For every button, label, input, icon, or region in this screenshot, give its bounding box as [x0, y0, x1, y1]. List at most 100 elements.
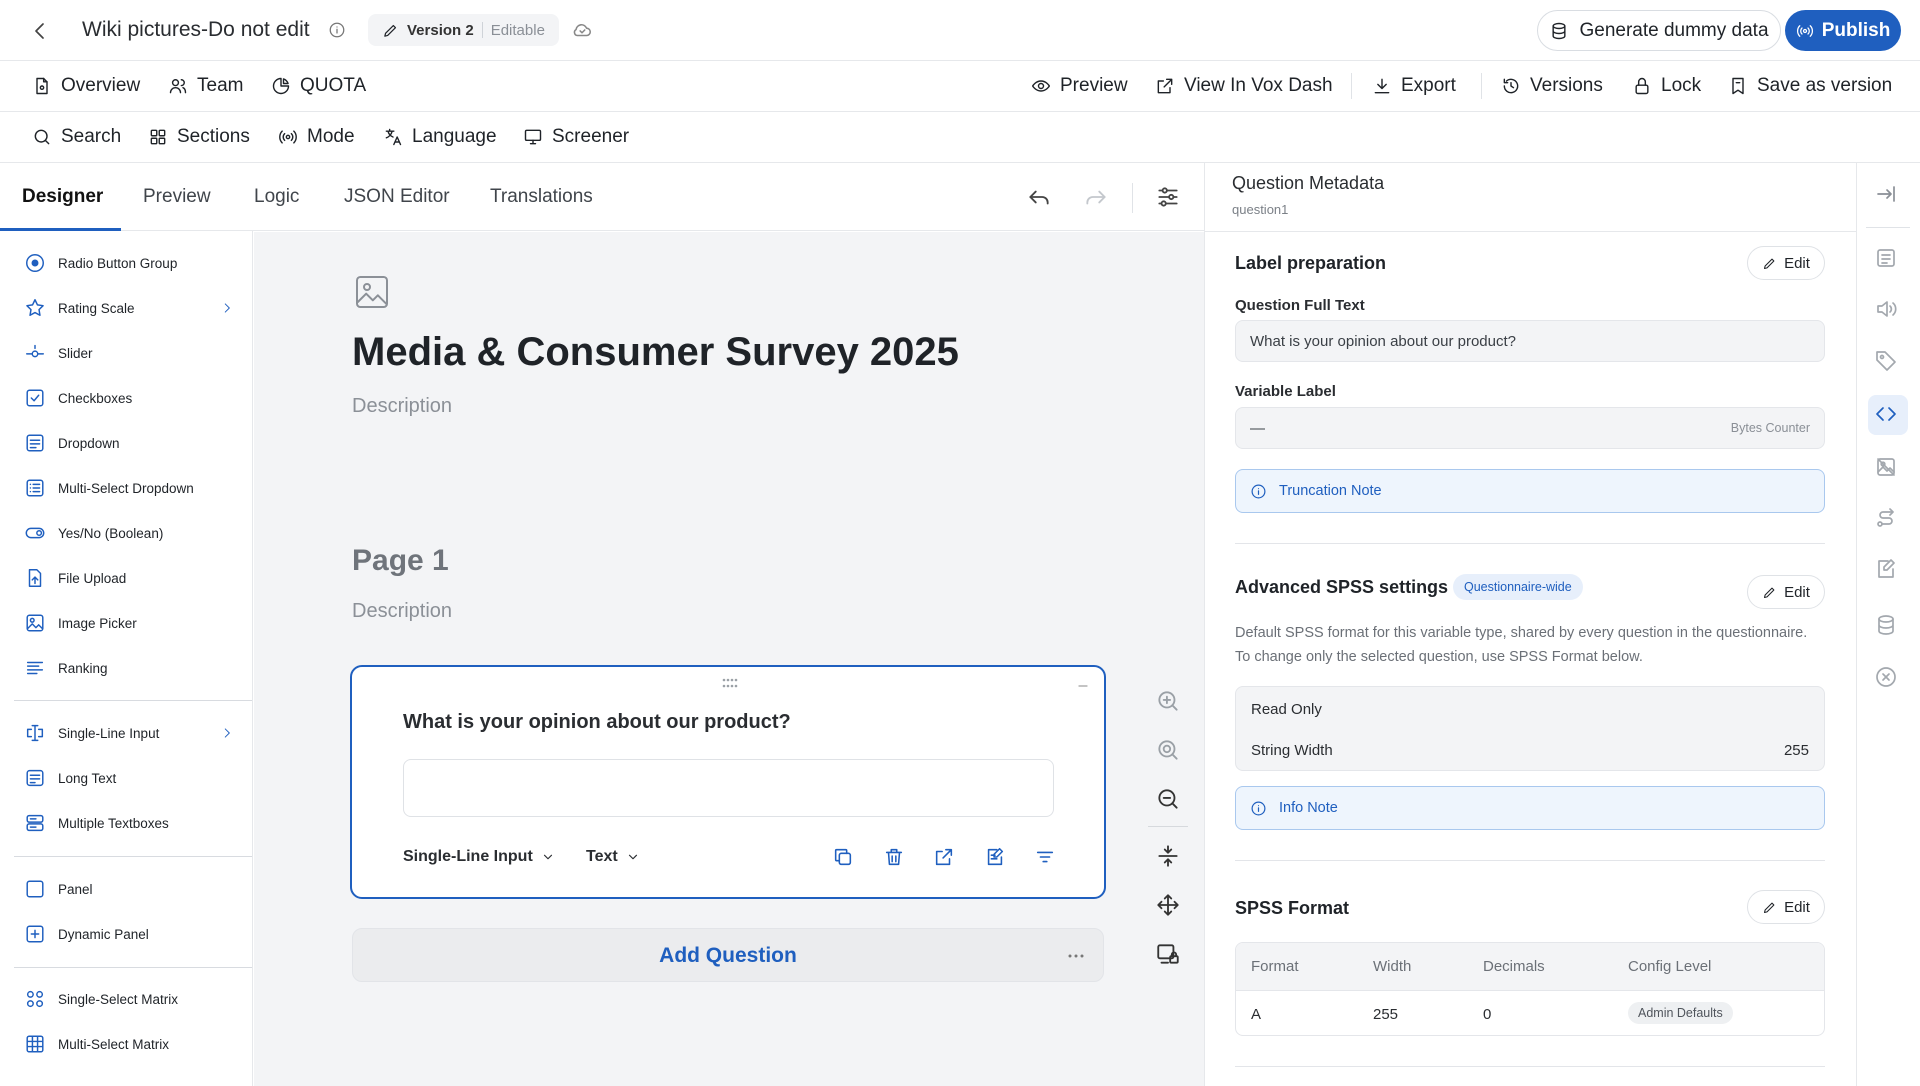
device-lock-icon[interactable]: [1155, 941, 1181, 967]
image-off-icon[interactable]: [1874, 455, 1900, 481]
palette-item-radio-button-group[interactable]: Radio Button Group: [24, 245, 234, 281]
nav-export[interactable]: Export: [1372, 61, 1456, 111]
database-icon[interactable]: [1874, 613, 1900, 639]
collapse-icon[interactable]: [1076, 679, 1090, 693]
palette-item-yes-no-boolean[interactable]: Yes/No (Boolean): [24, 515, 234, 551]
section-title-label-preparation: Label preparation: [1235, 253, 1387, 273]
palette-item-dynamic-panel[interactable]: Dynamic Panel: [24, 916, 234, 952]
nav-team[interactable]: Team: [168, 61, 243, 111]
image-placeholder-icon[interactable]: [352, 272, 392, 312]
delete-icon[interactable]: [883, 846, 905, 868]
multiselect-icon: [24, 477, 46, 499]
zoom-reset-icon[interactable]: [1155, 737, 1181, 763]
chevron-right-icon[interactable]: [220, 726, 234, 740]
toolbar-language[interactable]: Language: [383, 112, 497, 162]
palette-item-image-picker[interactable]: Image Picker: [24, 605, 234, 641]
version-chip[interactable]: Version 2 Editable: [368, 14, 559, 46]
tag-icon[interactable]: [1874, 348, 1900, 374]
tab-preview[interactable]: Preview: [143, 163, 211, 231]
answer-input[interactable]: [403, 759, 1054, 817]
tab-translations[interactable]: Translations: [490, 163, 593, 231]
info-icon[interactable]: [328, 21, 346, 39]
nav-preview[interactable]: Preview: [1031, 61, 1128, 111]
chevron-down-icon: [541, 850, 555, 864]
page-title[interactable]: Page 1: [352, 544, 449, 578]
palette-item-multi-select-matrix[interactable]: Multi-Select Matrix: [24, 1026, 234, 1062]
question-text[interactable]: What is your opinion about our product?: [403, 711, 791, 734]
code-icon[interactable]: [1874, 402, 1900, 428]
survey-title[interactable]: Media & Consumer Survey 2025: [352, 330, 959, 375]
nav-overview-label: Overview: [61, 75, 141, 96]
tab-json-editor[interactable]: JSON Editor: [344, 163, 450, 231]
chevron-right-icon[interactable]: [220, 301, 234, 315]
collapse-panel-icon[interactable]: [1874, 182, 1900, 208]
palette-item-slider[interactable]: Slider: [24, 335, 234, 371]
ranking-icon: [24, 657, 46, 679]
undo-icon[interactable]: [1026, 184, 1052, 210]
zoom-in-icon[interactable]: [1155, 688, 1181, 714]
tab-logic[interactable]: Logic: [254, 163, 299, 231]
page-description[interactable]: Description: [352, 600, 452, 623]
drag-handle-icon[interactable]: [722, 678, 738, 688]
toolbar-screener[interactable]: Screener: [523, 112, 629, 162]
add-question-button[interactable]: Add Question: [352, 928, 1104, 982]
zoom-out-icon[interactable]: [1155, 786, 1181, 812]
image-icon: [24, 612, 46, 634]
nav-overview[interactable]: Overview: [32, 61, 140, 111]
route-icon[interactable]: [1874, 506, 1900, 532]
tab-designer[interactable]: Designer: [22, 163, 103, 231]
palette-item-label: Long Text: [58, 770, 117, 786]
collapse-vertical-icon[interactable]: [1155, 843, 1181, 869]
advanced-spss-edit-button[interactable]: Edit: [1747, 575, 1825, 609]
question-card[interactable]: What is your opinion about our product? …: [350, 665, 1106, 899]
edit-document-icon[interactable]: [1874, 557, 1900, 583]
settings-sliders-icon[interactable]: [1155, 184, 1181, 210]
palette-item-multiple-textboxes[interactable]: Multiple Textboxes: [24, 805, 234, 841]
edit-note-icon[interactable]: [984, 846, 1006, 868]
palette-item-rating-scale[interactable]: Rating Scale: [24, 290, 234, 326]
panel-subtitle: question1: [1232, 202, 1289, 217]
list-details-icon[interactable]: [1874, 246, 1900, 272]
info-note: Info Note: [1235, 786, 1825, 830]
question-full-text-field[interactable]: What is your opinion about our product?: [1235, 320, 1825, 362]
nav-versions[interactable]: Versions: [1501, 61, 1603, 111]
duplicate-icon[interactable]: [832, 846, 854, 868]
palette-item-panel[interactable]: Panel: [24, 871, 234, 907]
move-icon[interactable]: [1155, 892, 1181, 918]
nav-lock[interactable]: Lock: [1632, 61, 1701, 111]
label-preparation-edit-button[interactable]: Edit: [1747, 246, 1825, 280]
cloud-sync-icon[interactable]: [571, 19, 593, 41]
redo-icon[interactable]: [1083, 184, 1109, 210]
panel-title: Question Metadata: [1232, 173, 1385, 193]
palette-item-multi-select-dropdown[interactable]: Multi-Select Dropdown: [24, 470, 234, 506]
variable-label-field[interactable]: — Bytes Counter: [1235, 407, 1825, 449]
palette-item-dropdown[interactable]: Dropdown: [24, 425, 234, 461]
nav-save-as-version[interactable]: Save as version: [1728, 61, 1892, 111]
more-horizontal-icon[interactable]: [1067, 947, 1085, 965]
input-type-select[interactable]: Text: [586, 848, 640, 866]
publish-button[interactable]: Publish: [1785, 10, 1901, 51]
palette-item-label: Radio Button Group: [58, 255, 178, 271]
nav-view-in-vox-dash[interactable]: View In Vox Dash: [1155, 61, 1333, 111]
spss-format-edit-button[interactable]: Edit: [1747, 890, 1825, 924]
palette-item-single-select-matrix[interactable]: Single-Select Matrix: [24, 981, 234, 1017]
palette-item-single-line-input[interactable]: Single-Line Input: [24, 715, 234, 751]
palette-item-checkboxes[interactable]: Checkboxes: [24, 380, 234, 416]
audio-icon[interactable]: [1874, 297, 1900, 323]
filter-icon[interactable]: [1034, 846, 1056, 868]
survey-description[interactable]: Description: [352, 395, 452, 418]
close-circle-icon[interactable]: [1874, 665, 1900, 691]
back-arrow-icon[interactable]: [28, 19, 52, 43]
translate-icon: [383, 127, 403, 147]
pie-icon: [271, 76, 291, 96]
question-type-select[interactable]: Single-Line Input: [403, 848, 555, 866]
toolbar-search[interactable]: Search: [32, 112, 121, 162]
toolbar-sections[interactable]: Sections: [148, 112, 250, 162]
nav-quota[interactable]: QUOTA: [271, 61, 366, 111]
generate-dummy-data-button[interactable]: Generate dummy data: [1537, 10, 1781, 51]
palette-item-file-upload[interactable]: File Upload: [24, 560, 234, 596]
toolbar-mode[interactable]: Mode: [278, 112, 355, 162]
palette-item-long-text[interactable]: Long Text: [24, 760, 234, 796]
palette-item-ranking[interactable]: Ranking: [24, 650, 234, 686]
external-link-icon[interactable]: [933, 846, 955, 868]
